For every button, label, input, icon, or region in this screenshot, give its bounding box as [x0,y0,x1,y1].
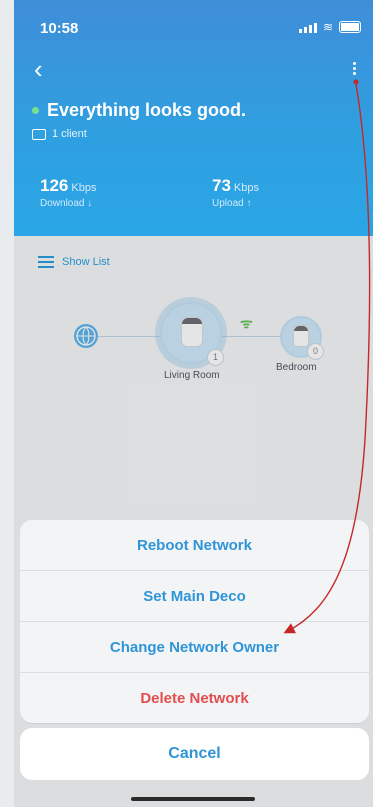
upload-label: Upload ↑ [212,198,252,209]
status-message: Everything looks good. [47,100,247,120]
home-indicator [131,797,255,801]
download-unit: Kbps [71,182,97,194]
cancel-button[interactable]: Cancel [20,728,369,780]
battery-icon [339,21,361,33]
back-button[interactable]: ‹ [34,56,43,82]
clients-count[interactable]: 1 client [32,128,87,140]
download-speed: 126 Kbps Download ↓ [40,176,96,209]
more-options-icon[interactable] [351,60,357,80]
download-value: 126 [40,176,69,195]
upload-value: 73 [212,176,231,195]
app-screen: 10:58 ≋ ‹ Everything looks good. 1 clien… [0,0,373,807]
wifi-icon: ≋ [322,20,333,34]
network-status: Everything looks good. [32,100,246,121]
change-network-owner-button[interactable]: Change Network Owner [20,622,369,673]
reboot-network-button[interactable]: Reboot Network [20,520,369,571]
download-label: Download ↓ [40,198,93,209]
upload-speed: 73 Kbps Upload ↑ [212,176,259,209]
client-device-icon [32,128,46,140]
upload-unit: Kbps [233,182,259,194]
network-status-header: 10:58 ≋ ‹ Everything looks good. 1 clien… [14,0,373,236]
status-time: 10:58 [40,20,79,37]
set-main-deco-button[interactable]: Set Main Deco [20,571,369,622]
delete-network-button[interactable]: Delete Network [20,673,369,723]
status-icons: ≋ [298,20,361,34]
cellular-signal-icon [298,21,317,33]
status-bar: 10:58 ≋ [14,0,373,44]
action-sheet: Reboot Network Set Main Deco Change Netw… [20,520,369,723]
status-ok-icon [32,107,39,114]
clients-label: 1 client [52,128,87,140]
